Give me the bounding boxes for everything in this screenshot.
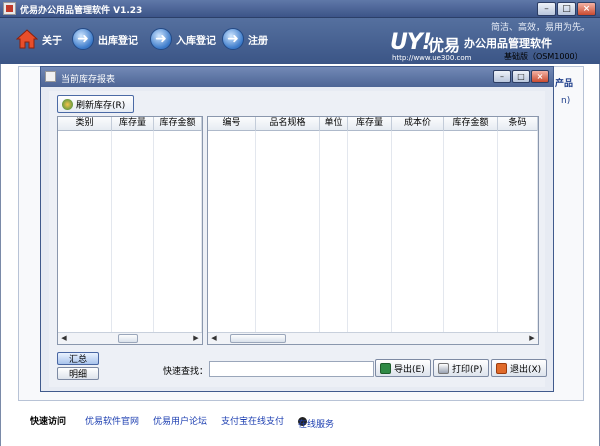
scroll-thumb[interactable] bbox=[230, 334, 286, 343]
background-text: 产品 bbox=[555, 79, 574, 89]
grid-header: 类别 库存量 库存金额 bbox=[58, 117, 202, 131]
scroll-left-icon[interactable]: ◀ bbox=[59, 334, 69, 343]
horizontal-scrollbar[interactable]: ◀ ▶ bbox=[208, 332, 538, 344]
brand-edition: 基础版（OSM1000） bbox=[504, 52, 583, 61]
print-button[interactable]: 打印(P) bbox=[433, 359, 489, 377]
summary-tab[interactable]: 汇总 bbox=[57, 352, 99, 365]
background-text: n) bbox=[561, 96, 571, 106]
brand-logo-cn: 优易 bbox=[428, 36, 461, 55]
export-label: 导出(E) bbox=[394, 364, 425, 375]
arrow-circle-icon: ➜ bbox=[222, 28, 244, 50]
column-header[interactable]: 单位 bbox=[320, 117, 348, 131]
refresh-stock-button[interactable]: 刷新库存(R) bbox=[57, 95, 134, 113]
column-header[interactable]: 库存量 bbox=[112, 117, 154, 131]
category-summary-grid[interactable]: 类别 库存量 库存金额 ◀ ▶ bbox=[57, 116, 203, 345]
close-button[interactable]: × bbox=[577, 2, 596, 16]
brand-product-name: 办公用品管理软件 bbox=[464, 37, 552, 50]
quick-access-label: 快速访问 bbox=[30, 417, 67, 427]
restore-button[interactable]: □ bbox=[557, 2, 576, 16]
column-header[interactable]: 条码 bbox=[498, 117, 538, 131]
link-official-site[interactable]: 优易软件官网 bbox=[85, 414, 139, 427]
grid-body bbox=[58, 131, 202, 332]
toolbar-label: 入库登记 bbox=[176, 35, 216, 47]
child-minimize-button[interactable]: – bbox=[493, 70, 511, 83]
window-icon bbox=[45, 71, 56, 82]
minimize-button[interactable]: – bbox=[537, 2, 556, 16]
online-service-label: 在线服务 bbox=[298, 420, 335, 430]
detail-tab[interactable]: 明细 bbox=[57, 367, 99, 380]
refresh-stock-label: 刷新库存(R) bbox=[76, 100, 126, 111]
scroll-right-icon[interactable]: ▶ bbox=[191, 334, 201, 343]
print-label: 打印(P) bbox=[452, 364, 483, 375]
scroll-left-icon[interactable]: ◀ bbox=[209, 334, 219, 343]
stock-report-title: 当前库存报表 bbox=[61, 75, 116, 85]
link-alipay[interactable]: 支付宝在线支付 bbox=[221, 414, 284, 427]
toolbar-item-register[interactable]: ➜ 注册 bbox=[222, 27, 268, 51]
stock-report-titlebar[interactable]: 当前库存报表 – □ × bbox=[41, 67, 553, 87]
column-header[interactable]: 库存金额 bbox=[444, 117, 498, 131]
grid-body bbox=[208, 131, 538, 332]
main-titlebar: 优易办公用品管理软件 V1.23 – □ × bbox=[0, 0, 600, 18]
excel-icon bbox=[380, 362, 391, 374]
quick-search-input[interactable] bbox=[209, 361, 374, 377]
child-window-controls: – □ × bbox=[493, 70, 549, 83]
printer-icon bbox=[438, 362, 449, 374]
export-button[interactable]: 导出(E) bbox=[375, 359, 431, 377]
stock-detail-grid[interactable]: 编号 品名规格 单位 库存量 成本价 库存金额 条码 ◀ ▶ bbox=[207, 116, 539, 345]
column-header[interactable]: 库存量 bbox=[348, 117, 392, 131]
toolbar-item-inbound[interactable]: ➜ 入库登记 bbox=[150, 27, 216, 51]
refresh-icon bbox=[62, 98, 73, 110]
arrow-circle-icon: ➜ bbox=[150, 28, 172, 50]
brand-url: http://www.ue300.com bbox=[392, 54, 472, 62]
quick-search-label: 快速查找： bbox=[163, 367, 209, 377]
brand-slogan: 简洁、高效，易用为先。 bbox=[490, 23, 590, 33]
column-header[interactable]: 库存金额 bbox=[154, 117, 202, 131]
horizontal-scrollbar[interactable]: ◀ ▶ bbox=[58, 332, 202, 344]
main-header: 关于 ➜ 出库登记 ➜ 入库登记 ➜ 注册 简洁、高效，易用为先。 UY! 优易… bbox=[0, 18, 600, 64]
link-user-forum[interactable]: 优易用户论坛 bbox=[153, 414, 207, 427]
column-header[interactable]: 品名规格 bbox=[256, 117, 320, 131]
column-header[interactable]: 成本价 bbox=[392, 117, 444, 131]
toolbar-label: 注册 bbox=[248, 35, 268, 47]
child-close-button[interactable]: × bbox=[531, 70, 549, 83]
child-restore-button[interactable]: □ bbox=[512, 70, 530, 83]
grid-header: 编号 品名规格 单位 库存量 成本价 库存金额 条码 bbox=[208, 117, 538, 131]
app-title: 优易办公用品管理软件 V1.23 bbox=[20, 6, 143, 16]
footer-bar: 快速访问 优易软件官网 优易用户论坛 支付宝在线支付 在线服务 bbox=[0, 411, 600, 430]
stock-report-content: 刷新库存(R) 类别 库存量 库存金额 ◀ ▶ 编号 品名规格 单位 库存量 成… bbox=[49, 91, 547, 387]
column-header[interactable]: 编号 bbox=[208, 117, 256, 131]
scroll-thumb[interactable] bbox=[118, 334, 138, 343]
brand-logo-mark: UY! bbox=[390, 30, 432, 55]
exit-label: 退出(X) bbox=[510, 364, 542, 375]
toolbar-item-about[interactable]: 关于 bbox=[16, 27, 62, 51]
exit-button[interactable]: 退出(X) bbox=[491, 359, 547, 377]
arrow-circle-icon: ➜ bbox=[72, 28, 94, 50]
exit-icon bbox=[496, 362, 507, 374]
window-controls: – □ × bbox=[537, 2, 596, 16]
home-icon bbox=[16, 28, 38, 50]
column-header[interactable]: 类别 bbox=[58, 117, 112, 131]
toolbar-item-outbound[interactable]: ➜ 出库登记 bbox=[72, 27, 138, 51]
toolbar-label: 出库登记 bbox=[98, 35, 138, 47]
scroll-right-icon[interactable]: ▶ bbox=[527, 334, 537, 343]
app-icon bbox=[3, 2, 16, 15]
stock-report-window: 当前库存报表 – □ × 刷新库存(R) 类别 库存量 库存金额 ◀ ▶ 编号 … bbox=[40, 66, 554, 392]
toolbar-label: 关于 bbox=[42, 35, 62, 47]
